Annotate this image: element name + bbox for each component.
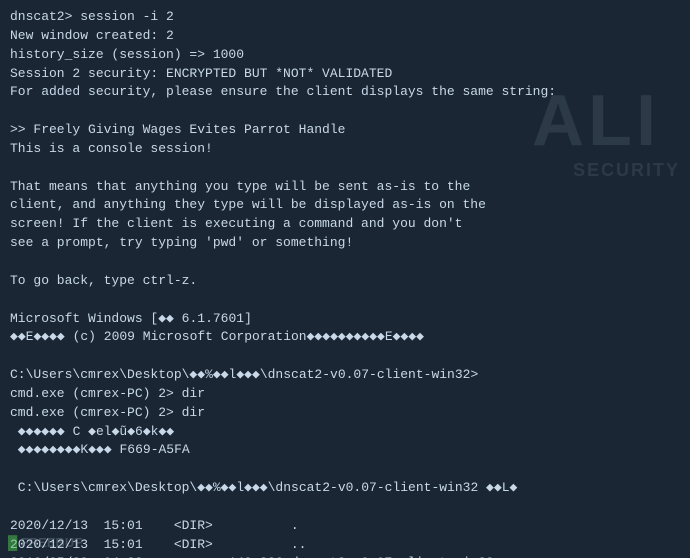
terminal-line: ◆◆◆◆◆◆ C ◆el◆ũ◆6◆k◆◆	[10, 423, 680, 442]
terminal-line	[10, 291, 680, 310]
terminal-line: New window created: 2	[10, 27, 680, 46]
terminal-line: screen! If the client is executing a com…	[10, 215, 680, 234]
terminal-line	[10, 498, 680, 517]
terminal-line: 2016/05/29 04:38 142,336 dnscat2-v0.07-c…	[10, 554, 680, 558]
terminal-line: 2020/12/13 15:01 <DIR> .	[10, 517, 680, 536]
terminal-line: cmd.exe (cmrex-PC) 2> dir	[10, 404, 680, 423]
terminal-output: dnscat2> session -i 2New window created:…	[10, 8, 680, 558]
terminal-line: dnscat2> session -i 2	[10, 8, 680, 27]
terminal-line: Microsoft Windows [◆◆ 6.1.7601]	[10, 310, 680, 329]
terminal-line: history_size (session) => 1000	[10, 46, 680, 65]
terminal-line: client, and anything they type will be d…	[10, 196, 680, 215]
terminal-line	[10, 460, 680, 479]
terminal: dnscat2> session -i 2New window created:…	[0, 0, 690, 558]
terminal-line: Session 2 security: ENCRYPTED BUT *NOT* …	[10, 65, 680, 84]
terminal-line: >> Freely Giving Wages Evites Parrot Han…	[10, 121, 680, 140]
terminal-line: cmd.exe (cmrex-PC) 2> dir	[10, 385, 680, 404]
terminal-line: ◆◆◆◆◆◆◆◆K◆◆◆ F669-A5FA	[10, 441, 680, 460]
terminal-line: That means that anything you type will b…	[10, 178, 680, 197]
terminal-line: To go back, type ctrl-z.	[10, 272, 680, 291]
terminal-line: 2020/12/13 15:01 <DIR> ..	[10, 536, 680, 555]
terminal-line: C:\Users\cmrex\Desktop\◆◆%◆◆l◆◆◆\dnscat2…	[10, 366, 680, 385]
terminal-line	[10, 102, 680, 121]
terminal-line	[10, 253, 680, 272]
terminal-line	[10, 159, 680, 178]
terminal-line	[10, 347, 680, 366]
terminal-line: see a prompt, try typing 'pwd' or someth…	[10, 234, 680, 253]
terminal-line: This is a console session!	[10, 140, 680, 159]
terminal-line: ◆◆E◆◆◆◆ (c) 2009 Microsoft Corporation◆◆…	[10, 328, 680, 347]
terminal-line: C:\Users\cmrex\Desktop\◆◆%◆◆l◆◆◆\dnscat2…	[10, 479, 680, 498]
terminal-line: For added security, please ensure the cl…	[10, 83, 680, 102]
